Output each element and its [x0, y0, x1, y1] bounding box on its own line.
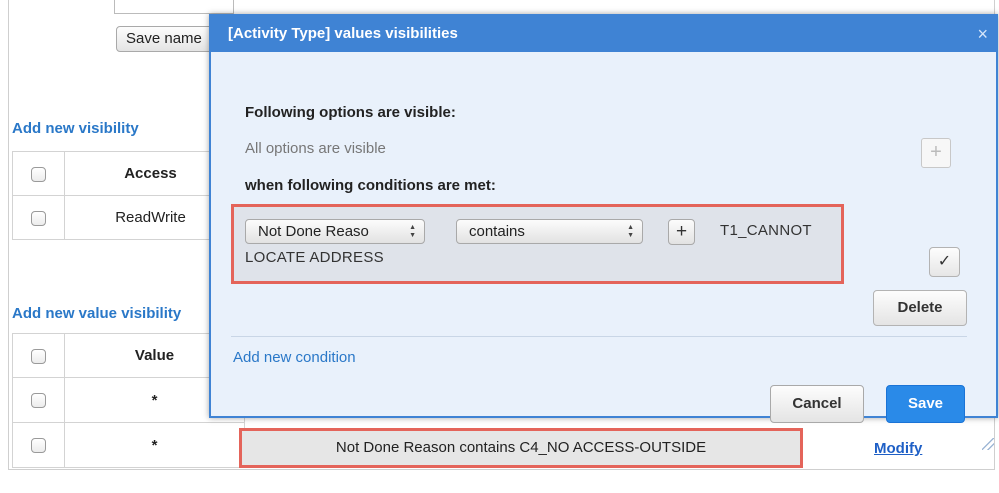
- condition-summary-cell: Not Done Reason contains C4_NO ACCESS-OU…: [239, 428, 803, 468]
- select-arrows-icon: ▲ ▼: [627, 224, 634, 239]
- row-checkbox[interactable]: [31, 210, 46, 226]
- add-value-button[interactable]: +: [668, 219, 695, 245]
- visibility-table: Access ReadWrite: [12, 151, 237, 240]
- operator-select-value: contains: [469, 223, 525, 240]
- table-row: ReadWrite: [12, 195, 237, 240]
- condition-row: Not Done Reaso ▲ ▼ contains ▲ ▼ + T1_CANNO…: [231, 204, 844, 284]
- add-value-visibility-link[interactable]: Add new value visibility: [12, 305, 181, 322]
- row-checkbox-cell: [12, 422, 65, 468]
- name-input[interactable]: [114, 0, 234, 14]
- resize-grip-icon[interactable]: [982, 438, 994, 450]
- row-checkbox[interactable]: [31, 438, 46, 454]
- row-checkbox-cell: [12, 377, 65, 423]
- value-cell: *: [64, 422, 245, 468]
- condition-value-continued: LOCATE ADDRESS: [245, 249, 384, 266]
- plus-icon: +: [675, 221, 688, 242]
- options-heading: Following options are visible:: [245, 104, 456, 121]
- condition-field-select[interactable]: Not Done Reaso ▲ ▼: [245, 219, 425, 244]
- field-select-value: Not Done Reaso: [258, 223, 369, 240]
- select-all-cell: [12, 151, 65, 196]
- checkmark-icon: ✓: [937, 253, 952, 270]
- select-all-cell: [12, 333, 65, 378]
- select-all-checkbox[interactable]: [31, 166, 46, 182]
- save-button[interactable]: Save: [886, 385, 965, 423]
- dialog-title: [Activity Type] values visibilities: [228, 25, 458, 42]
- close-icon[interactable]: ×: [977, 16, 988, 52]
- divider: [231, 336, 967, 337]
- condition-operator-select[interactable]: contains ▲ ▼: [456, 219, 643, 244]
- select-all-checkbox[interactable]: [31, 348, 46, 364]
- plus-icon: +: [930, 141, 942, 163]
- row-checkbox-cell: [12, 195, 65, 240]
- dialog-header: [Activity Type] values visibilities ×: [211, 16, 996, 52]
- modify-link[interactable]: Modify: [874, 440, 922, 457]
- table-row: *: [12, 422, 245, 468]
- value-visibility-dialog: [Activity Type] values visibilities × Fo…: [209, 14, 998, 450]
- delete-condition-button[interactable]: Delete: [873, 290, 967, 326]
- confirm-condition-button[interactable]: ✓: [929, 247, 960, 277]
- table-header-row: Access: [12, 151, 237, 196]
- cancel-button[interactable]: Cancel: [770, 385, 864, 423]
- add-condition-link[interactable]: Add new condition: [233, 349, 356, 366]
- row-checkbox[interactable]: [31, 393, 46, 409]
- add-visibility-link[interactable]: Add new visibility: [12, 120, 139, 137]
- options-status: All options are visible: [245, 140, 386, 157]
- conditions-heading: when following conditions are met:: [245, 177, 496, 194]
- add-option-button[interactable]: +: [921, 138, 951, 168]
- select-arrows-icon: ▲ ▼: [409, 224, 416, 239]
- condition-value: T1_CANNOT: [720, 222, 812, 239]
